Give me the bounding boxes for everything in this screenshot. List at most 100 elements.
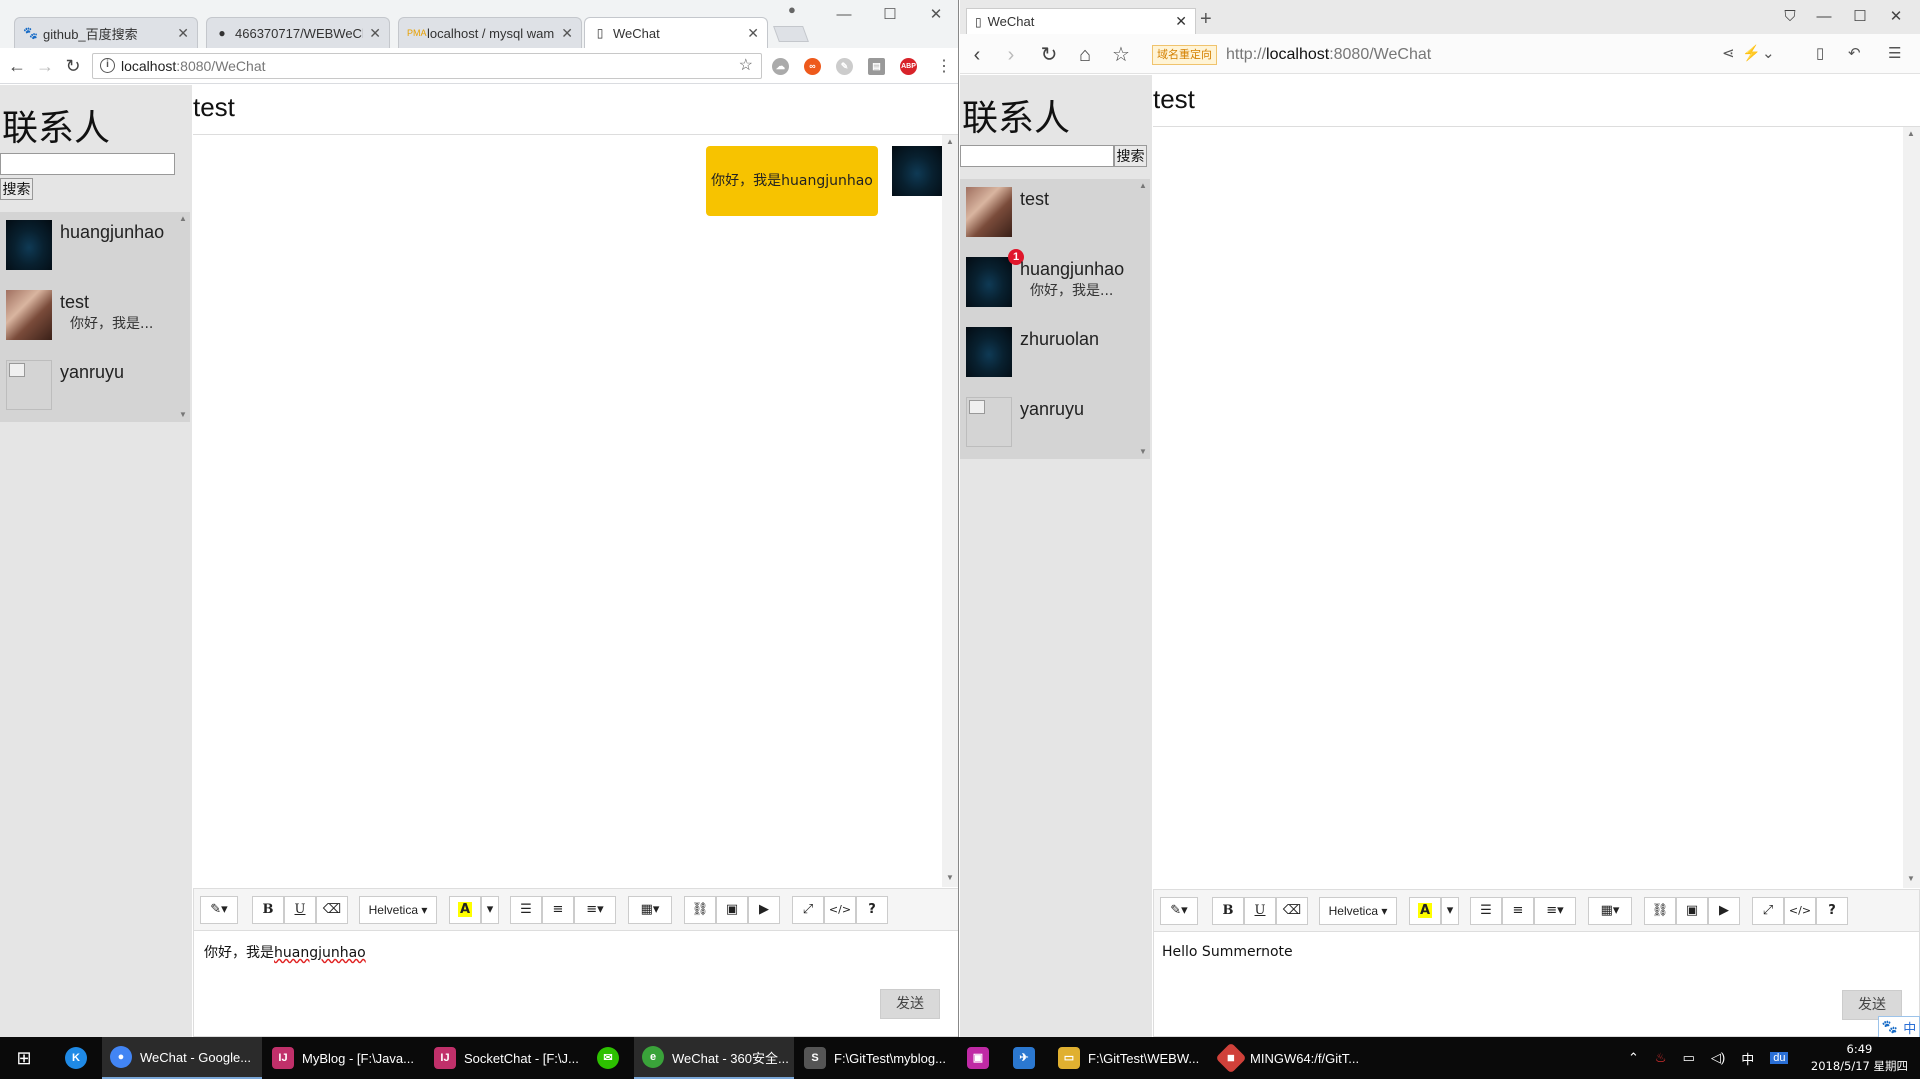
tray-app-icon[interactable]: ♨: [1655, 1050, 1667, 1066]
taskbar-item-bird[interactable]: ✈: [1004, 1037, 1044, 1079]
new-tab-icon[interactable]: +: [1200, 8, 1212, 31]
search-button[interactable]: 搜索: [0, 178, 33, 200]
forward-icon[interactable]: ›: [998, 42, 1024, 68]
code-view-icon[interactable]: </>: [1784, 897, 1816, 925]
underline-button[interactable]: U: [284, 896, 316, 924]
help-icon[interactable]: ?: [1816, 897, 1848, 925]
image-icon[interactable]: ▣: [716, 896, 748, 924]
taskbar-item-socketchat[interactable]: IJ SocketChat - [F:\J...: [426, 1037, 586, 1079]
system-clock[interactable]: 6:49 2018/5/17 星期四: [1811, 1041, 1908, 1075]
table-icon[interactable]: ▦▾: [628, 896, 672, 924]
style-magic-icon[interactable]: ✎▾: [200, 896, 238, 924]
highlight-color-button[interactable]: A: [1409, 897, 1441, 925]
new-tab-button[interactable]: [773, 26, 809, 42]
scroll-up-icon[interactable]: ▲: [1907, 129, 1915, 138]
bold-button[interactable]: B: [252, 896, 284, 924]
extension-doc-icon[interactable]: ▤: [868, 58, 885, 75]
color-dropdown-icon[interactable]: ▾: [481, 896, 499, 924]
scroll-down-icon[interactable]: ▼: [946, 873, 954, 882]
scrollbar[interactable]: ▲ ▼: [942, 135, 958, 887]
share-icon[interactable]: ⋖: [1722, 44, 1735, 62]
style-magic-icon[interactable]: ✎▾: [1160, 897, 1198, 925]
scroll-up-icon[interactable]: ▲: [1139, 181, 1147, 190]
speed-bolt-icon[interactable]: ⚡: [1742, 44, 1761, 62]
close-icon[interactable]: ✕: [561, 25, 573, 42]
tab-github-repo[interactable]: ● 466370717/WEBWeCh ✕: [206, 17, 390, 48]
address-bar[interactable]: i localhost:8080/WeChat ☆: [92, 53, 762, 79]
bold-button[interactable]: B: [1212, 897, 1244, 925]
font-family-dropdown[interactable]: Helvetica ▾: [1319, 897, 1397, 925]
reload-icon[interactable]: ↻: [1036, 42, 1062, 68]
fullscreen-icon[interactable]: ⤢: [792, 896, 824, 924]
favorite-star-icon[interactable]: ☆: [1108, 42, 1134, 68]
taskbar-item-chrome[interactable]: ● WeChat - Google...: [102, 1037, 262, 1079]
close-icon[interactable]: ✕: [177, 25, 189, 42]
fullscreen-icon[interactable]: ⤢: [1752, 897, 1784, 925]
reload-icon[interactable]: ↻: [60, 53, 86, 79]
minimize-icon[interactable]: —: [824, 4, 864, 26]
eraser-icon[interactable]: ⌫: [316, 896, 348, 924]
menu-dots-icon[interactable]: ⋮: [936, 56, 952, 76]
taskbar-item-git[interactable]: ◆ MINGW64:/f/GitT...: [1212, 1037, 1372, 1079]
windows-start-icon[interactable]: ⊞: [4, 1037, 44, 1079]
minimize-icon[interactable]: —: [1806, 6, 1842, 28]
link-icon[interactable]: ⛓: [684, 896, 716, 924]
network-icon[interactable]: ▭: [1683, 1050, 1695, 1066]
scroll-up-icon[interactable]: ▲: [179, 214, 187, 223]
maximize-icon[interactable]: ☐: [870, 4, 910, 26]
contact-item-yanruyu[interactable]: yanruyu: [0, 352, 190, 422]
taskbar-item-wechat[interactable]: ✉: [588, 1037, 628, 1079]
scroll-down-icon[interactable]: ▼: [1907, 874, 1915, 883]
extension-infinity-icon[interactable]: ∞: [804, 58, 821, 75]
chevron-up-icon[interactable]: ⌃: [1628, 1050, 1639, 1066]
close-icon[interactable]: ✕: [1175, 13, 1187, 30]
table-icon[interactable]: ▦▾: [1588, 897, 1632, 925]
video-icon[interactable]: ▶: [1708, 897, 1740, 925]
forward-icon[interactable]: →: [32, 53, 58, 79]
numbered-list-icon[interactable]: ≡: [1502, 897, 1534, 925]
close-icon[interactable]: ✕: [747, 25, 759, 42]
back-icon[interactable]: ←: [4, 53, 30, 79]
taskbar-item-app[interactable]: ▣: [958, 1037, 998, 1079]
chevron-down-icon[interactable]: ⌄: [1762, 44, 1775, 62]
maximize-icon[interactable]: ☐: [1842, 6, 1878, 28]
code-view-icon[interactable]: </>: [824, 896, 856, 924]
search-button[interactable]: 搜索: [1114, 145, 1147, 167]
close-icon[interactable]: ✕: [369, 25, 381, 42]
reading-icon[interactable]: ▯: [1816, 44, 1824, 62]
tab-github-search[interactable]: 🐾 github_百度搜索 ✕: [14, 17, 198, 48]
contact-item-test[interactable]: test: [960, 179, 1150, 249]
extension-feather-icon[interactable]: ✎: [836, 58, 853, 75]
taskbar-item-360[interactable]: e WeChat - 360安全...: [634, 1037, 794, 1079]
extension-cloud-icon[interactable]: ☁: [772, 58, 789, 75]
font-family-dropdown[interactable]: Helvetica ▾: [359, 896, 437, 924]
address-bar[interactable]: http://localhost:8080/WeChat: [1226, 44, 1431, 66]
bullet-list-icon[interactable]: ☰: [510, 896, 542, 924]
skin-icon[interactable]: ⛉: [1772, 6, 1808, 28]
home-icon[interactable]: ⌂: [1072, 42, 1098, 68]
menu-icon[interactable]: ☰: [1888, 44, 1901, 62]
tab-wechat[interactable]: ▯ WeChat ✕: [966, 8, 1196, 34]
kugou-icon[interactable]: K: [56, 1037, 96, 1079]
numbered-list-icon[interactable]: ≡: [542, 896, 574, 924]
volume-icon[interactable]: ◁): [1711, 1050, 1725, 1066]
window-close-icon[interactable]: ✕: [1878, 6, 1914, 28]
eraser-icon[interactable]: ⌫: [1276, 897, 1308, 925]
help-icon[interactable]: ?: [856, 896, 888, 924]
baidu-ime-icon[interactable]: du: [1770, 1052, 1789, 1064]
contact-item-test[interactable]: test 你好，我是...: [0, 282, 190, 352]
scroll-up-icon[interactable]: ▲: [946, 137, 954, 146]
tab-phpmyadmin[interactable]: PMA localhost / mysql wam ✕: [398, 17, 582, 48]
undo-icon[interactable]: ↶: [1848, 44, 1861, 62]
tab-wechat[interactable]: ▯ WeChat ✕: [584, 17, 768, 48]
editor-content[interactable]: 你好，我是huangjunhao: [204, 942, 366, 962]
video-icon[interactable]: ▶: [748, 896, 780, 924]
taskbar-item-sublime[interactable]: S F:\GitTest\myblog...: [796, 1037, 956, 1079]
contact-item-yanruyu[interactable]: yanruyu: [960, 389, 1150, 459]
taskbar-item-folder[interactable]: ▭ F:\GitTest\WEBW...: [1050, 1037, 1210, 1079]
window-close-icon[interactable]: ✕: [916, 4, 956, 26]
align-dropdown-icon[interactable]: ≡▾: [1534, 897, 1576, 925]
scrollbar[interactable]: ▲ ▼: [1903, 127, 1920, 888]
taskbar-item-myblog[interactable]: IJ MyBlog - [F:\Java...: [264, 1037, 424, 1079]
contact-item-zhuruolan[interactable]: zhuruolan: [960, 319, 1150, 389]
